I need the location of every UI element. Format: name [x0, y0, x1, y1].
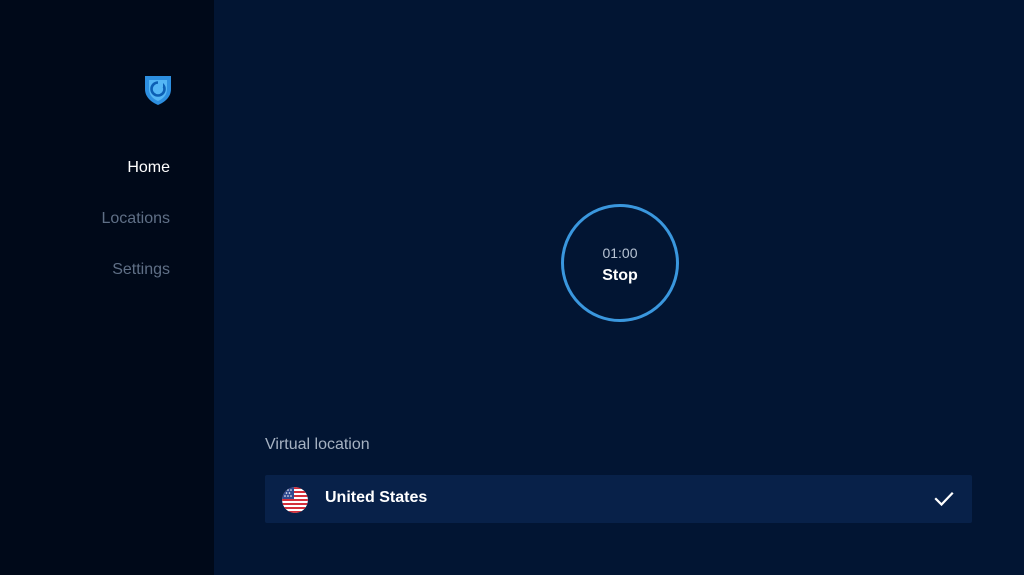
virtual-location-label: Virtual location [265, 436, 370, 453]
checkmark-icon [934, 491, 954, 507]
app-window: Home Locations Settings 01:00 Stop Virtu… [0, 0, 1024, 575]
sidebar-item-locations[interactable]: Locations [102, 207, 171, 231]
shield-logo-icon [145, 76, 171, 105]
sidebar: Home Locations Settings [0, 0, 214, 575]
timer-stop-label: Stop [602, 267, 638, 284]
sidebar-item-settings[interactable]: Settings [102, 258, 170, 282]
timer-time: 01:00 [602, 245, 638, 261]
main-panel: 01:00 Stop Virtual location United State… [214, 0, 1024, 575]
selected-location-name: United States [325, 489, 428, 506]
virtual-location-row[interactable]: United States [265, 475, 972, 523]
sidebar-nav: Home Locations Settings [102, 156, 171, 309]
stop-timer-button[interactable]: 01:00 Stop [561, 204, 679, 322]
us-flag-icon [282, 487, 308, 513]
sidebar-item-home[interactable]: Home [102, 156, 170, 180]
